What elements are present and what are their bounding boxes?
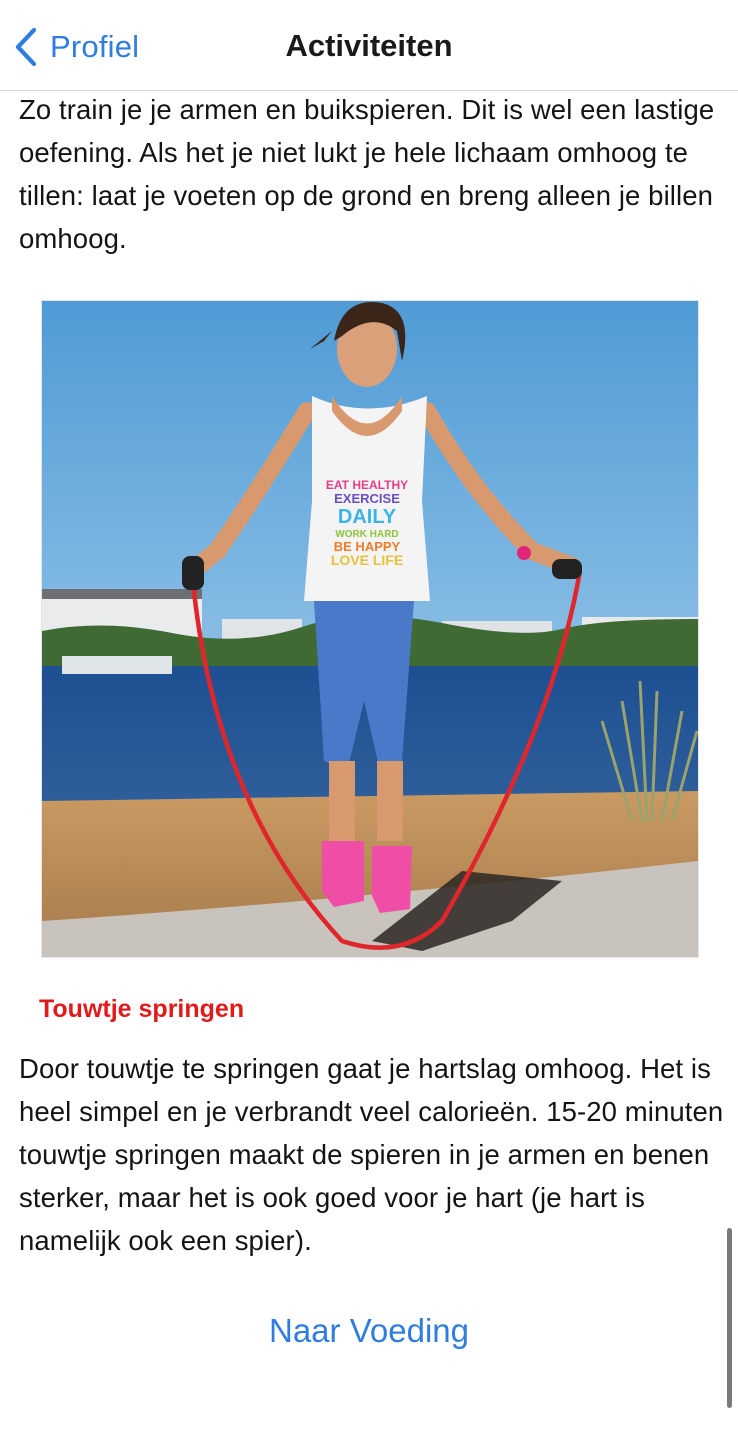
intro-paragraph: Zo train je je armen en buikspieren. Dit… [19, 94, 715, 254]
shirt-text-line: EAT HEALTHY [326, 478, 408, 492]
shirt-text-line: DAILY [338, 506, 397, 528]
shirt-text-line: LOVE LIFE [331, 552, 403, 568]
section-paragraph: Door touwtje te springen gaat je hartsla… [19, 1053, 724, 1256]
jump-rope-photo: EAT HEALTHY EXERCISE DAILY WORK HARD BE … [41, 300, 699, 958]
section-title: Touwtje springen [39, 995, 245, 1023]
navigation-bar: Profiel Activiteiten [0, 0, 738, 91]
shirt-text-line: EXERCISE [334, 491, 400, 506]
next-button[interactable]: Naar Voeding [0, 1312, 738, 1350]
page-title: Activiteiten [285, 28, 453, 63]
scrollbar[interactable] [727, 1228, 732, 1408]
screen: Profiel Activiteiten Zo train je je arme… [0, 0, 738, 1445]
